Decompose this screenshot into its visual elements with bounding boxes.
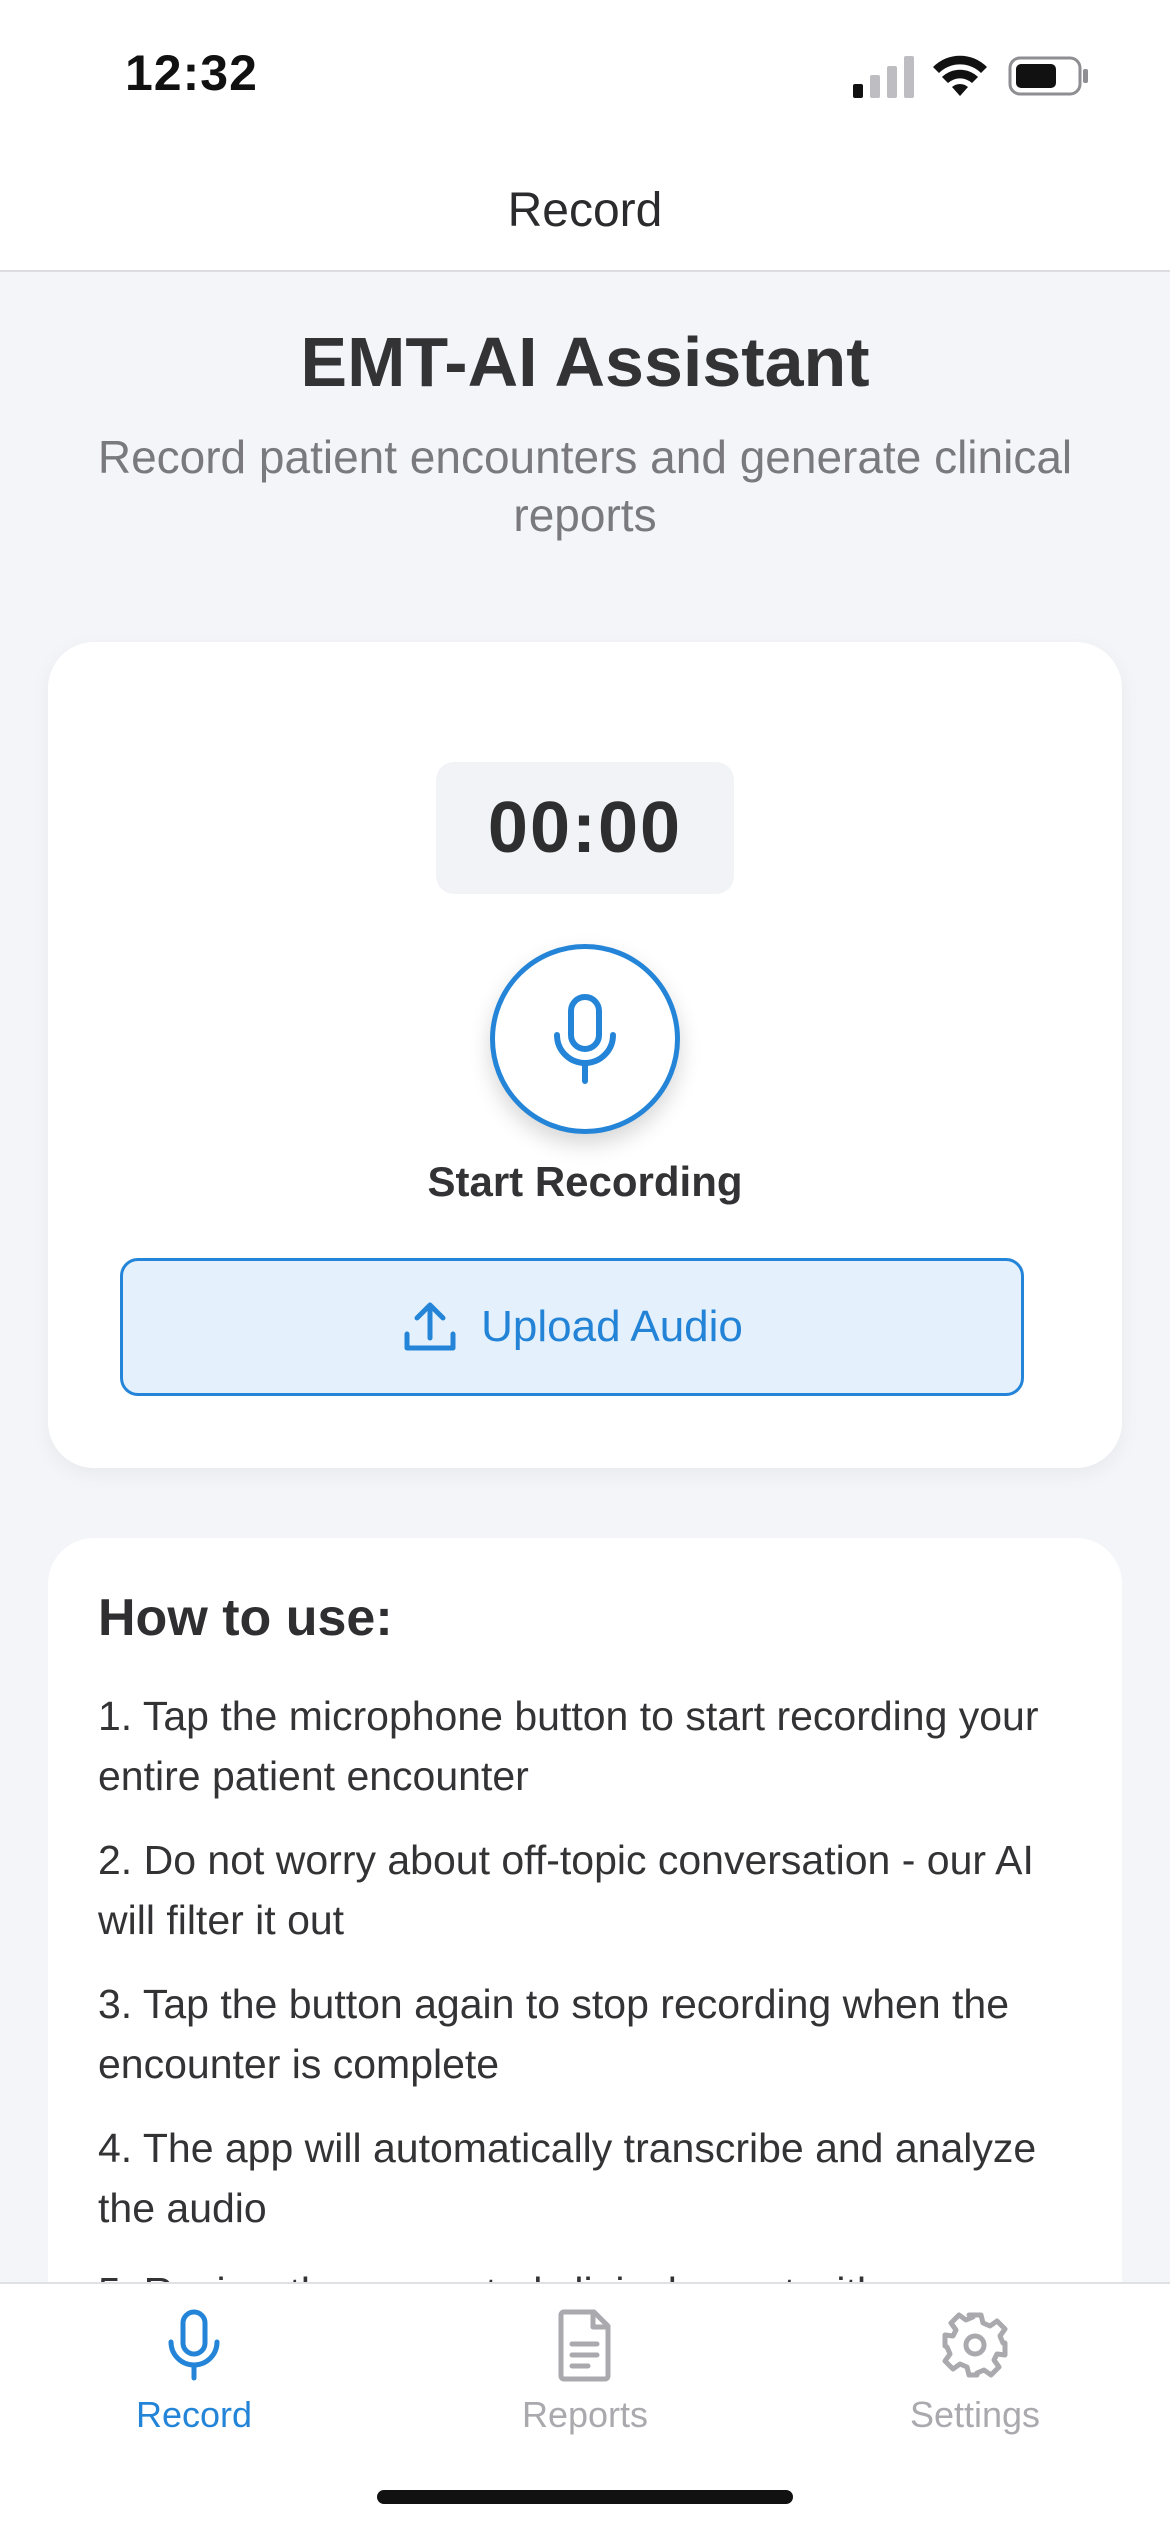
wifi-icon — [933, 55, 987, 96]
tab-reports[interactable]: Reports — [465, 2308, 705, 2436]
how-to-step: 4. The app will automatically transcribe… — [98, 2125, 1037, 2231]
nav-title: Record — [507, 183, 663, 237]
home-indicator[interactable] — [377, 2490, 793, 2504]
recorder-card: 00:00 Start Recording Upload Audio — [48, 642, 1122, 1468]
record-button[interactable] — [490, 944, 680, 1134]
tab-label: Settings — [909, 2394, 1041, 2435]
cellular-signal-icon — [853, 56, 914, 98]
upload-icon — [404, 1302, 456, 1351]
how-to-step: 3. Tap the button again to stop recordin… — [98, 1981, 1010, 2087]
timer-text: 00:00 — [487, 788, 683, 868]
screen: 12:32 Record EMT-AI Assistant Record pat… — [0, 0, 1170, 2532]
tab-label: Reports — [521, 2394, 649, 2435]
how-to-step: 2. Do not worry about off-topic conversa… — [98, 1837, 1034, 1943]
app-subtitle: Record patient encounters and generate c… — [97, 431, 1073, 541]
microphone-icon — [554, 994, 616, 1084]
how-to-use-steps: 1. Tap the microphone button to start re… — [98, 1686, 1098, 2346]
document-icon — [558, 2309, 611, 2382]
timer-display: 00:00 — [436, 762, 734, 894]
app-title: EMT-AI Assistant — [300, 323, 870, 401]
upload-audio-label: Upload Audio — [481, 1302, 743, 1351]
tab-record[interactable]: Record — [74, 2308, 314, 2436]
navigation-header: Record — [0, 150, 1170, 272]
gear-icon — [942, 2312, 1008, 2378]
tab-label: Record — [135, 2394, 253, 2435]
upload-audio-button[interactable]: Upload Audio — [120, 1258, 1024, 1396]
battery-icon — [1008, 56, 1088, 96]
how-to-step: 1. Tap the microphone button to start re… — [98, 1693, 1039, 1799]
status-bar: 12:32 — [0, 0, 1170, 150]
how-to-use-title: How to use: — [98, 1589, 393, 1647]
tab-settings[interactable]: Settings — [855, 2308, 1095, 2436]
start-recording-label: Start Recording — [427, 1158, 743, 1205]
status-time: 12:32 — [125, 45, 258, 101]
microphone-icon — [168, 2309, 220, 2381]
